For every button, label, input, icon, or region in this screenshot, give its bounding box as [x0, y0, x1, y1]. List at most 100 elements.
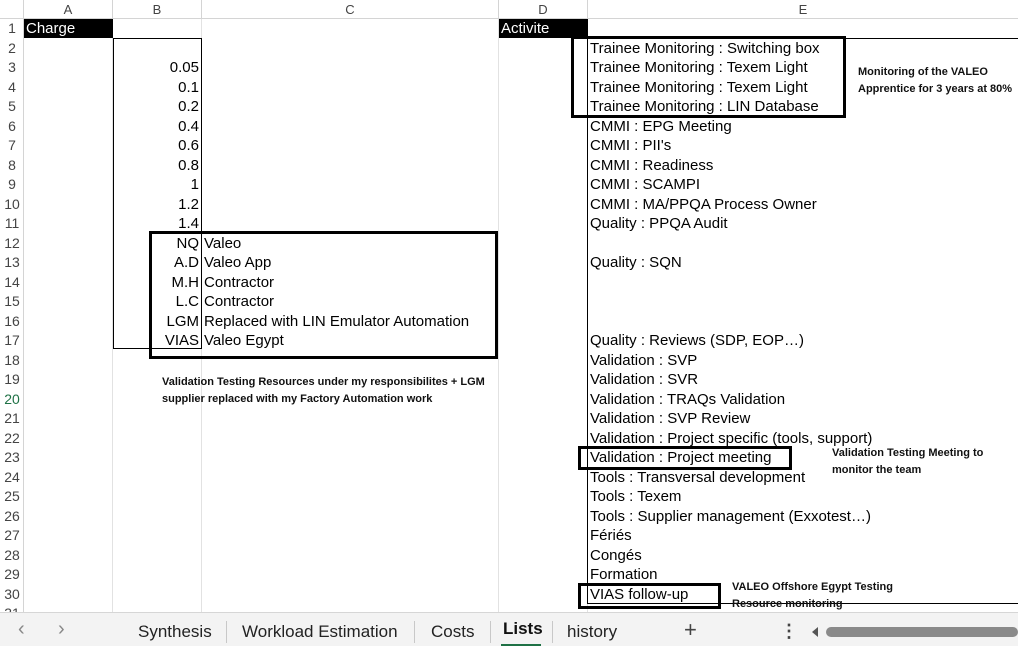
note-line: supplier replaced with my Factory Automa… — [162, 393, 433, 405]
row-header[interactable]: 28 — [0, 546, 23, 566]
charge-value-cell[interactable]: 0.8 — [113, 156, 199, 176]
activity-cell[interactable]: Congés — [590, 546, 642, 566]
row-header[interactable]: 8 — [0, 156, 23, 176]
charge-value-cell[interactable]: 0.2 — [113, 97, 199, 117]
row-header[interactable]: 16 — [0, 312, 23, 332]
note-validation-resources: Validation Testing Resources under my re… — [162, 374, 485, 408]
row-header[interactable]: 13 — [0, 253, 23, 273]
row-header-selected[interactable]: 20 — [0, 390, 23, 410]
note-validation-meeting: Validation Testing Meeting to monitor th… — [832, 445, 983, 479]
activity-cell[interactable]: Validation : TRAQs Validation — [590, 390, 785, 410]
tab-separator — [414, 621, 415, 643]
column-header-strip: A B C D E — [0, 0, 1018, 19]
row-header[interactable]: 27 — [0, 526, 23, 546]
activity-cell[interactable]: CMMI : PII's — [590, 136, 671, 156]
row-header[interactable]: 4 — [0, 78, 23, 98]
row-header[interactable]: 14 — [0, 273, 23, 293]
activity-cell[interactable]: Quality : SQN — [590, 253, 682, 273]
row-header[interactable]: 11 — [0, 214, 23, 234]
activity-cell[interactable]: Formation — [590, 565, 658, 585]
charge-value-cell[interactable]: 0.1 — [113, 78, 199, 98]
note-line: Resource monitoring — [732, 598, 843, 610]
activity-cell[interactable]: Validation : SVR — [590, 370, 698, 390]
activity-cell[interactable]: Tools : Transversal development — [590, 468, 805, 488]
gridline — [498, 19, 499, 612]
tab-lists[interactable]: Lists — [503, 618, 543, 640]
note-line: Validation Testing Resources under my re… — [162, 376, 485, 388]
trainee-monitoring-highlight-box — [571, 36, 846, 118]
row-header[interactable]: 9 — [0, 175, 23, 195]
note-line: Monitoring of the VALEO — [858, 66, 988, 78]
more-options-icon[interactable]: ⋮ — [780, 621, 798, 641]
row-header[interactable]: 31 — [0, 604, 23, 612]
column-header-a[interactable]: A — [24, 0, 113, 19]
column-header-c[interactable]: C — [202, 0, 499, 19]
row-header[interactable]: 25 — [0, 487, 23, 507]
row-header[interactable]: 2 — [0, 39, 23, 59]
column-header-b[interactable]: B — [113, 0, 202, 19]
project-meeting-highlight-box — [578, 446, 792, 470]
row-header[interactable]: 23 — [0, 448, 23, 468]
activity-cell[interactable]: Tools : Texem — [590, 487, 681, 507]
row-header[interactable]: 30 — [0, 585, 23, 605]
row-header[interactable]: 7 — [0, 136, 23, 156]
charge-value-cell[interactable]: 0.4 — [113, 117, 199, 137]
tab-history[interactable]: history — [567, 621, 617, 643]
note-line: Apprentice for 3 years at 80% — [858, 83, 1013, 95]
tab-costs[interactable]: Costs — [431, 621, 474, 643]
note-line: VALEO Offshore Egypt Testing — [732, 581, 893, 593]
row-header[interactable]: 10 — [0, 195, 23, 215]
activity-cell[interactable]: CMMI : SCAMPI — [590, 175, 700, 195]
row-header[interactable]: 26 — [0, 507, 23, 527]
row-header[interactable]: 22 — [0, 429, 23, 449]
note-line: Validation Testing Meeting to — [832, 447, 984, 459]
tab-separator — [552, 621, 553, 643]
tab-workload-estimation[interactable]: Workload Estimation — [242, 621, 398, 643]
activity-cell[interactable]: Validation : SVP — [590, 351, 697, 371]
sheet-tab-bar: ‹ › Synthesis Workload Estimation Costs … — [0, 612, 1018, 646]
tab-separator — [226, 621, 227, 643]
chevron-left-icon[interactable]: ‹ — [18, 617, 25, 641]
activity-cell[interactable]: Validation : SVP Review — [590, 409, 750, 429]
row-header[interactable]: 5 — [0, 97, 23, 117]
row-header-strip: 1 2 3 4 5 6 7 8 9 10 11 12 13 14 15 16 1… — [0, 19, 24, 612]
row-header[interactable]: 12 — [0, 234, 23, 254]
row-header[interactable]: 21 — [0, 409, 23, 429]
resources-highlight-box — [149, 231, 498, 359]
row-header[interactable]: 19 — [0, 370, 23, 390]
activity-cell[interactable]: Tools : Supplier management (Exxotest…) — [590, 507, 871, 527]
charge-value-cell[interactable]: 1 — [113, 175, 199, 195]
row-header[interactable]: 24 — [0, 468, 23, 488]
column-header-e[interactable]: E — [588, 0, 1018, 19]
tab-synthesis[interactable]: Synthesis — [138, 621, 212, 643]
row-header[interactable]: 6 — [0, 117, 23, 137]
row-header[interactable]: 15 — [0, 292, 23, 312]
row-header[interactable]: 18 — [0, 351, 23, 371]
charge-header-cell[interactable]: Charge — [24, 19, 113, 38]
activity-cell[interactable]: Quality : PPQA Audit — [590, 214, 728, 234]
scroll-left-icon[interactable] — [812, 627, 818, 637]
row-header[interactable]: 29 — [0, 565, 23, 585]
charge-value-cell[interactable]: 1.2 — [113, 195, 199, 215]
note-offshore-egypt: VALEO Offshore Egypt Testing Resource mo… — [732, 579, 893, 612]
vias-followup-highlight-box — [578, 583, 721, 609]
spreadsheet-grid[interactable]: Charge Activite 0.05 0.1 0.2 0.4 0.6 0.8… — [24, 19, 1018, 612]
horizontal-scrollbar[interactable] — [826, 627, 1018, 637]
column-header-d[interactable]: D — [499, 0, 588, 19]
row-header[interactable]: 3 — [0, 58, 23, 78]
select-all-corner[interactable] — [0, 0, 24, 19]
charge-value-cell[interactable]: 0.6 — [113, 136, 199, 156]
chevron-right-icon[interactable]: › — [58, 617, 65, 641]
add-sheet-icon[interactable]: + — [684, 617, 697, 643]
charge-value-cell[interactable]: 0.05 — [113, 58, 199, 78]
row-header[interactable]: 17 — [0, 331, 23, 351]
activity-cell[interactable]: Fériés — [590, 526, 632, 546]
activity-cell[interactable]: Quality : Reviews (SDP, EOP…) — [590, 331, 804, 351]
tab-separator — [490, 621, 491, 643]
activity-cell[interactable]: CMMI : EPG Meeting — [590, 117, 732, 137]
note-line: monitor the team — [832, 464, 922, 476]
activity-cell[interactable]: CMMI : MA/PPQA Process Owner — [590, 195, 817, 215]
activity-cell[interactable]: CMMI : Readiness — [590, 156, 713, 176]
note-valeo-apprentice: Monitoring of the VALEO Apprentice for 3… — [858, 64, 1012, 98]
row-header[interactable]: 1 — [0, 19, 23, 39]
